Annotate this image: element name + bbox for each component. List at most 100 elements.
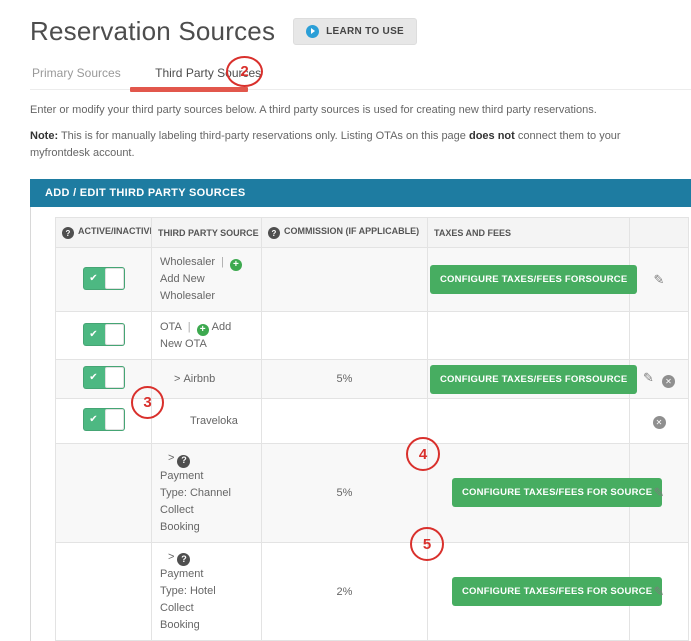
source-label: OTA: [160, 321, 182, 333]
source-cell: >?Payment Type: Hotel Collect Booking: [152, 542, 262, 641]
taxes-fees-cell: [428, 312, 630, 360]
column-header-actions: [630, 218, 689, 248]
column-header-commission-if-applicable: ? COMMISSION (IF APPLICABLE): [262, 218, 428, 248]
third-party-sources-table: ?ACTIVE/INACTIVE THIRD PARTY SOURCE? COMMI…: [55, 217, 689, 641]
source-label: Wholesaler: [160, 256, 215, 268]
commission-cell: [262, 248, 428, 312]
column-header-label: TAXES AND FEES: [434, 228, 511, 238]
check-icon: ✔: [83, 267, 105, 290]
source-label: Payment Type: Channel Collect Booking: [160, 470, 231, 533]
note-body: This is for manually labeling third-part…: [58, 130, 469, 142]
tabs: Primary Sources Third Party Sources: [30, 60, 691, 90]
annotation-circle-5: 5: [410, 527, 444, 561]
table-row: ✔OTA|+Add New OTA: [56, 312, 689, 360]
check-icon: ✔: [83, 408, 105, 431]
configure-taxes-button[interactable]: CONFIGURE TAXES/FEES FORSOURCE: [430, 365, 637, 394]
commission-value: 2%: [337, 586, 353, 598]
source-cell: Traveloka: [152, 399, 262, 444]
taxes-fees-cell: CONFIGURE TAXES/FEES FORSOURCE: [428, 360, 630, 399]
tab-primary-sources[interactable]: Primary Sources: [30, 60, 123, 86]
column-header-label: THIRD PARTY SOURCE: [158, 228, 259, 238]
edit-icon[interactable]: ✎: [654, 272, 665, 288]
toggle-knob: [105, 367, 124, 388]
panel-body: ?ACTIVE/INACTIVE THIRD PARTY SOURCE? COMMI…: [30, 207, 691, 641]
active-toggle[interactable]: ✔: [83, 408, 125, 431]
source-cell: OTA|+Add New OTA: [152, 312, 262, 360]
delete-icon[interactable]: ✕: [662, 375, 675, 388]
table-row: >?Payment Type: Channel Collect Booking5…: [56, 444, 689, 543]
actions-cell: ✕: [630, 399, 689, 444]
help-icon: ?: [177, 553, 190, 566]
commission-cell: 5%: [262, 444, 428, 543]
commission-cell: 5%: [262, 360, 428, 399]
source-text: Wholesaler|+Add New Wholesaler: [160, 254, 253, 305]
play-icon: [306, 25, 319, 38]
add-edit-sources-panel: ADD / EDIT THIRD PARTY SOURCES ?ACTIVE/I…: [30, 179, 691, 641]
note-emphasis: does not: [469, 130, 515, 142]
separator: |: [221, 256, 224, 268]
annotation-circle-3: 3: [131, 386, 164, 419]
commission-cell: [262, 399, 428, 444]
source-text: >?Payment Type: Channel Collect Booking: [160, 450, 232, 536]
edit-icon[interactable]: ✎: [643, 370, 654, 386]
actions-cell: ✎✕: [630, 360, 689, 399]
source-text: >?Payment Type: Hotel Collect Booking: [160, 549, 232, 635]
source-cell: Wholesaler|+Add New Wholesaler: [152, 248, 262, 312]
table-row: ✔Wholesaler|+Add New WholesalerCONFIGURE…: [56, 248, 689, 312]
commission-cell: [262, 312, 428, 360]
source-label: Traveloka: [190, 415, 238, 427]
help-icon: ?: [62, 227, 74, 239]
commission-cell: 2%: [262, 542, 428, 641]
delete-icon[interactable]: ✕: [653, 416, 666, 429]
toggle-knob: [105, 268, 124, 289]
column-header-third-party-source: THIRD PARTY SOURCE: [152, 218, 262, 248]
source-label: Airbnb: [183, 373, 215, 385]
add-new-link[interactable]: Add New Wholesaler: [160, 273, 215, 302]
table-header-row: ?ACTIVE/INACTIVE THIRD PARTY SOURCE? COMMI…: [56, 218, 689, 248]
commission-value: 5%: [337, 373, 353, 385]
intro-text: Enter or modify your third party sources…: [30, 103, 691, 117]
annotation-circle-4: 4: [406, 437, 440, 471]
actions-cell: ✎: [630, 248, 689, 312]
edit-icon[interactable]: ✎: [654, 485, 665, 501]
child-prefix: >: [174, 373, 180, 385]
taxes-fees-cell: [428, 399, 630, 444]
source-label: Payment Type: Hotel Collect Booking: [160, 568, 216, 631]
note-label: Note:: [30, 130, 58, 142]
source-text: >Airbnb: [160, 371, 253, 388]
configure-taxes-button[interactable]: CONFIGURE TAXES/FEES FORSOURCE: [430, 265, 637, 294]
active-toggle[interactable]: ✔: [83, 366, 125, 389]
help-icon: ?: [268, 227, 280, 239]
active-toggle[interactable]: ✔: [83, 323, 125, 346]
column-header-active-inactive: ?ACTIVE/INACTIVE: [56, 218, 152, 248]
check-icon: ✔: [83, 366, 105, 389]
active-toggle-cell: ✔: [56, 312, 152, 360]
taxes-fees-cell: CONFIGURE TAXES/FEES FOR SOURCE: [428, 542, 630, 641]
help-icon: ?: [177, 455, 190, 468]
active-toggle[interactable]: ✔: [83, 267, 125, 290]
page-title: Reservation Sources: [30, 14, 275, 48]
configure-taxes-button[interactable]: CONFIGURE TAXES/FEES FOR SOURCE: [452, 577, 662, 606]
active-toggle-cell: [56, 444, 152, 543]
separator: |: [188, 321, 191, 333]
configure-taxes-button[interactable]: CONFIGURE TAXES/FEES FOR SOURCE: [452, 478, 662, 507]
active-tab-underline: [130, 87, 248, 92]
column-header-taxes-and-fees: TAXES AND FEES: [428, 218, 630, 248]
source-cell: >?Payment Type: Channel Collect Booking: [152, 444, 262, 543]
taxes-fees-cell: CONFIGURE TAXES/FEES FOR SOURCE: [428, 444, 630, 543]
source-cell: >Airbnb: [152, 360, 262, 399]
source-text: OTA|+Add New OTA: [160, 319, 253, 353]
table-head: ?ACTIVE/INACTIVE THIRD PARTY SOURCE? COMMI…: [56, 218, 689, 248]
table-body: ✔Wholesaler|+Add New WholesalerCONFIGURE…: [56, 248, 689, 641]
column-header-label: COMMISSION (IF APPLICABLE): [284, 226, 419, 236]
toggle-knob: [105, 324, 124, 345]
learn-to-use-button[interactable]: LEARN TO USE: [293, 18, 417, 45]
active-toggle-cell: [56, 542, 152, 641]
page-header: Reservation Sources LEARN TO USE: [30, 14, 691, 48]
source-text: Traveloka: [160, 413, 253, 430]
panel-header: ADD / EDIT THIRD PARTY SOURCES: [30, 179, 691, 207]
edit-icon[interactable]: ✎: [654, 584, 665, 600]
check-icon: ✔: [83, 323, 105, 346]
note-text: Note: This is for manually labeling thir…: [30, 128, 634, 162]
actions-cell: [630, 312, 689, 360]
